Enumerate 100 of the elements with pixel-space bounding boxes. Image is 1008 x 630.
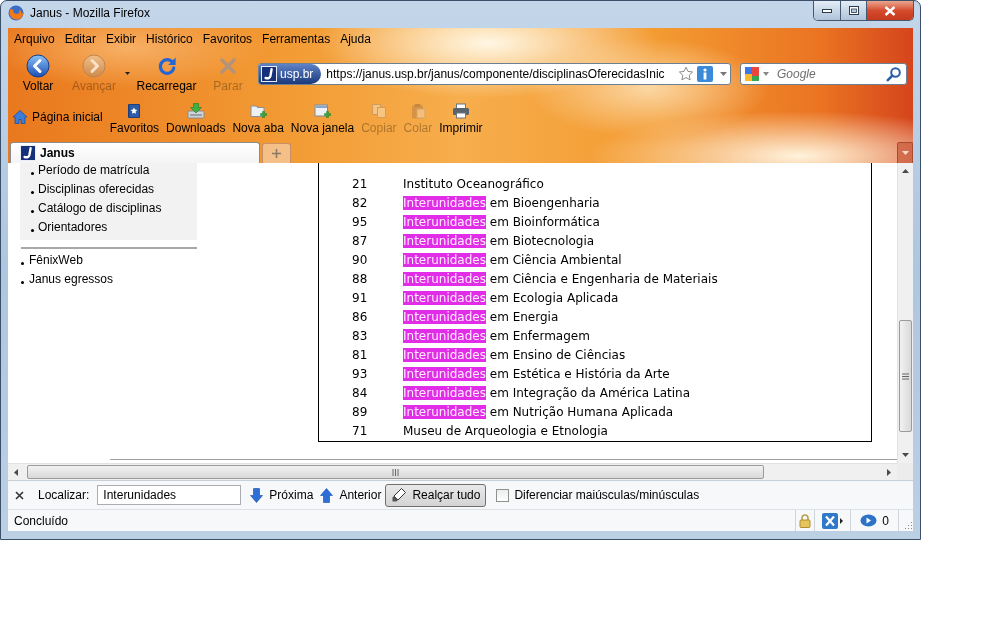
window-plus-icon: [314, 103, 331, 119]
sidebar-link[interactable]: Catálogo de disciplinas: [38, 201, 162, 216]
printer-icon: [451, 103, 470, 119]
close-button[interactable]: [867, 1, 913, 20]
unit-name: Interunidades em Integração da América Latina: [403, 386, 691, 401]
unit-code: 71: [352, 424, 368, 438]
menu-item[interactable]: Exibir: [101, 29, 142, 49]
status-count: 0: [882, 512, 889, 530]
resize-grip-icon: [903, 520, 913, 530]
close-icon: [884, 5, 896, 16]
sidebar-link[interactable]: Período de matrícula: [38, 163, 150, 178]
plus-icon: [272, 149, 281, 158]
previous-button[interactable]: Anterior: [320, 486, 382, 504]
minimize-button[interactable]: [814, 1, 841, 20]
tray-arrow-icon: [186, 103, 205, 119]
unit-code: 89: [352, 405, 368, 419]
grip-icon: [902, 372, 909, 380]
status-text: Concluído: [14, 512, 69, 530]
scrollbar-thumb[interactable]: [27, 465, 764, 479]
bullet-icon: [31, 209, 34, 213]
unit-code: 88: [352, 272, 368, 286]
clipboard-icon: [409, 103, 426, 119]
pages-icon: [370, 103, 387, 119]
caret-icon: [901, 151, 909, 155]
grip-icon: [392, 468, 399, 476]
find-field[interactable]: Interunidades: [97, 485, 242, 505]
back-icon: [26, 54, 50, 78]
site-identity-button[interactable]: usp.br: [259, 64, 322, 84]
match-case-label[interactable]: Diferenciar maiúsculas/minúsculas: [514, 486, 700, 504]
info-icon: [697, 66, 713, 82]
menu-item[interactable]: Ajuda: [335, 29, 376, 49]
unit-code: 83: [352, 329, 368, 343]
menu-item[interactable]: Arquivo: [9, 29, 60, 49]
triangle-up-icon: [902, 169, 909, 173]
star-book-icon: [126, 103, 143, 119]
sidebar-link[interactable]: Orientadores: [38, 220, 108, 235]
unit-code: 95: [352, 215, 368, 229]
triangle-down-icon: [902, 453, 909, 457]
app-logo-icon: [8, 5, 24, 21]
tab-list-button[interactable]: [897, 142, 913, 163]
site-logo-icon: [261, 66, 277, 82]
sidebar-link[interactable]: FênixWeb: [29, 253, 83, 268]
match-case-checkbox[interactable]: [496, 488, 510, 502]
menu-item[interactable]: Favoritos: [197, 29, 258, 49]
unit-name: Interunidades em Ciência Ambiental: [403, 253, 622, 268]
bookmarks-button[interactable]: Favoritos: [109, 98, 160, 135]
unit-name: Interunidades em Energia: [403, 310, 559, 325]
bullet-icon: [31, 171, 34, 175]
unit-name: Museu de Arqueologia e Etnologia: [403, 424, 608, 439]
bullet-icon: [31, 228, 34, 232]
unit-code: 84: [352, 386, 368, 400]
minimize-icon: [822, 8, 832, 13]
tab[interactable]: Janus: [10, 142, 260, 163]
search-input[interactable]: Google: [769, 64, 886, 84]
vertical-scrollbar[interactable]: [897, 163, 913, 463]
sidebar-link[interactable]: Janus egressos: [29, 272, 114, 287]
find-close-button[interactable]: [14, 490, 24, 500]
unit-name: Interunidades em Estética e História da Arte: [403, 367, 670, 382]
menu-item[interactable]: Editar: [59, 29, 102, 49]
unit-name: Interunidades em Ensino de Ciências: [403, 348, 626, 363]
unit-name: Interunidades em Bioengenharia: [403, 196, 600, 211]
padlock-icon: [799, 513, 811, 528]
maximize-button[interactable]: [841, 1, 867, 20]
unit-code: 93: [352, 367, 368, 381]
find-label: Localizar:: [38, 487, 90, 504]
triangle-right-icon: [887, 468, 891, 476]
unit-name: Instituto Oceanográfico: [403, 177, 544, 192]
highlighter-icon: [391, 487, 408, 503]
unit-code: 91: [352, 291, 368, 305]
address-bar[interactable]: usp.br https://janus.usp.br/janus/componente/disciplinasOferecidasInic: [258, 63, 731, 85]
triangle-left-icon: [14, 468, 18, 476]
reload-icon: [156, 56, 177, 76]
menu-item[interactable]: Ferramentas: [257, 29, 336, 49]
sidebar-link[interactable]: Disciplinas oferecidas: [38, 182, 155, 197]
search-icon: [886, 66, 902, 82]
folder-plus-icon: [249, 103, 267, 119]
unit-name: Interunidades em Biotecnologia: [403, 234, 595, 249]
reload-button[interactable]: Recarregar: [137, 50, 196, 94]
caret-icon: [720, 72, 727, 76]
site-logo-icon: [20, 145, 36, 161]
new-tab-button[interactable]: [262, 143, 291, 163]
new-tab-button[interactable]: Nova aba: [232, 98, 284, 135]
search-bar[interactable]: Google: [740, 63, 907, 85]
unit-name: Interunidades em Enfermagem: [403, 329, 590, 344]
unit-name: Interunidades em Nutrição Humana Aplicada: [403, 405, 674, 420]
downloads-button[interactable]: Downloads: [166, 98, 226, 135]
unit-code: 81: [352, 348, 368, 362]
menu-item[interactable]: Histórico: [141, 29, 198, 49]
caret-icon: [840, 517, 843, 524]
horizontal-scrollbar[interactable]: [8, 463, 897, 480]
forward-icon: [82, 54, 106, 78]
new-window-button[interactable]: Nova janela: [290, 98, 355, 135]
scrollbar-thumb[interactable]: [899, 320, 912, 432]
back-button[interactable]: Voltar: [19, 50, 57, 94]
next-button[interactable]: Próxima: [250, 486, 314, 504]
print-button[interactable]: Imprimir: [439, 98, 483, 135]
bullet-icon: [31, 190, 34, 194]
highlight-all-button[interactable]: Realçar tudo: [385, 483, 487, 507]
home-button[interactable]: Página inicial: [12, 109, 103, 125]
star-icon: [678, 66, 694, 82]
